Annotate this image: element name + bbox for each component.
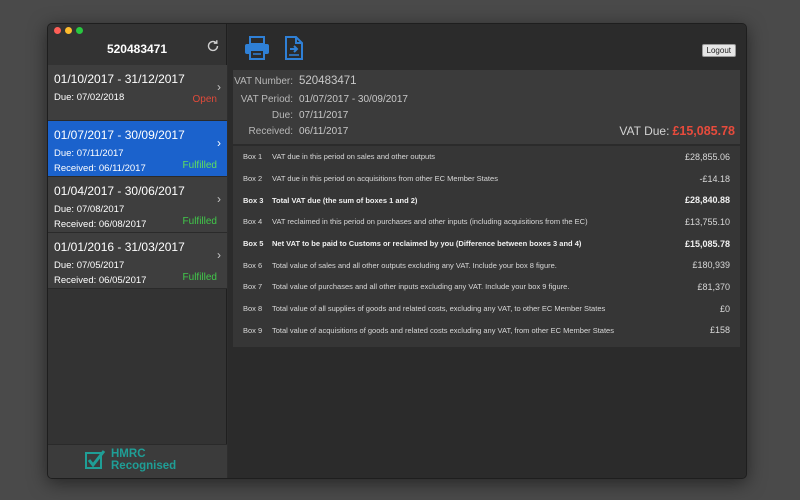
period-status: Fulfilled: [182, 216, 217, 227]
box-row: Box 5 Net VAT to be paid to Customs or r…: [233, 233, 740, 255]
box-row: Box 1 VAT due in this period on sales an…: [233, 146, 740, 168]
box-number: Box 7: [243, 282, 263, 292]
vat-due-label: VAT Due:: [619, 124, 670, 138]
printer-icon[interactable]: [244, 36, 270, 65]
main-panel: Logout VAT Number: 520483471 VAT Period:…: [228, 24, 746, 478]
period-item[interactable]: 01/07/2017 - 30/09/2017 Due: 07/11/2017 …: [48, 121, 227, 177]
box-amount: £158: [709, 325, 730, 336]
period-status: Fulfilled: [182, 160, 217, 171]
box-number: Box 2: [243, 174, 263, 184]
box-description: VAT due in this period on sales and othe…: [272, 152, 436, 162]
box-row: Box 9 Total value of acquisitions of goo…: [233, 320, 740, 342]
received-label: Received:: [248, 126, 293, 137]
box-description: Total value of purchases and all other i…: [272, 282, 570, 292]
vat-boxes-table: Box 1 VAT due in this period on sales an…: [233, 146, 740, 347]
received-value: 06/11/2017: [299, 126, 349, 137]
vat-due: VAT Due: £15,085.78: [619, 122, 735, 140]
minimize-window-button[interactable]: [65, 27, 72, 34]
box-number: Box 3: [243, 195, 264, 205]
box-description: VAT reclaimed in this period on purchase…: [272, 217, 588, 227]
box-number: Box 5: [243, 239, 264, 249]
hmrc-badge: HMRC Recognised: [48, 444, 227, 478]
box-amount: £180,939: [692, 260, 730, 271]
period-range: 01/04/2017 - 30/06/2017: [54, 184, 185, 198]
checkbox-check-icon: [85, 450, 105, 469]
period-due: Due: 07/05/2017: [54, 260, 125, 271]
box-number: Box 9: [243, 325, 263, 335]
box-description: Total value of all supplies of goods and…: [272, 304, 606, 314]
period-due: Due: 07/11/2017: [54, 148, 124, 159]
period-item[interactable]: 01/10/2017 - 31/12/2017 Due: 07/02/2018 …: [48, 65, 227, 121]
period-range: 01/07/2017 - 30/09/2017: [54, 128, 185, 142]
export-document-icon[interactable]: [284, 36, 304, 65]
hmrc-line1: HMRC: [111, 448, 146, 460]
return-summary: VAT Number: 520483471 VAT Period: 01/07/…: [233, 70, 740, 144]
box-number: Box 4: [243, 217, 263, 227]
box-amount: £13,755.10: [684, 216, 730, 227]
box-row: Box 7 Total value of purchases and all o…: [233, 276, 740, 298]
vat-period-value: 01/07/2017 - 30/09/2017: [299, 94, 408, 105]
box-description: VAT due in this period on acquisitions f…: [272, 174, 498, 184]
box-description: Net VAT to be paid to Customs or reclaim…: [272, 239, 582, 249]
box-amount: £81,370: [697, 281, 730, 292]
period-item[interactable]: 01/01/2016 - 31/03/2017 Due: 07/05/2017 …: [48, 233, 227, 289]
box-row: Box 8 Total value of all supplies of goo…: [233, 298, 740, 320]
box-number: Box 1: [243, 152, 263, 162]
box-amount: -£14.18: [699, 173, 730, 184]
box-description: Total value of sales and all other outpu…: [272, 260, 557, 270]
box-number: Box 8: [243, 304, 263, 314]
refresh-icon[interactable]: [206, 39, 220, 58]
box-number: Box 6: [243, 260, 263, 270]
box-amount: £28,855.06: [684, 151, 730, 162]
vat-period-label: VAT Period:: [240, 94, 293, 105]
chevron-right-icon: ›: [217, 192, 221, 206]
vrn-title: 520483471: [106, 42, 168, 56]
window-controls: [54, 27, 83, 34]
toolbar: Logout: [228, 24, 746, 64]
hmrc-label: HMRC Recognised: [111, 448, 176, 472]
box-amount: £0: [719, 303, 730, 314]
period-item[interactable]: 01/04/2017 - 30/06/2017 Due: 07/08/2017 …: [48, 177, 227, 233]
box-row: Box 4 VAT reclaimed in this period on pu…: [233, 211, 740, 233]
box-description: Total VAT due (the sum of boxes 1 and 2): [272, 195, 418, 205]
period-status: Fulfilled: [182, 272, 217, 283]
due-label: Due:: [271, 110, 293, 121]
vat-due-value: £15,085.78: [672, 124, 735, 138]
period-due: Due: 07/08/2017: [54, 204, 125, 215]
chevron-right-icon: ›: [217, 248, 221, 262]
period-list: 01/10/2017 - 31/12/2017 Due: 07/02/2018 …: [48, 65, 227, 289]
close-window-button[interactable]: [54, 27, 61, 34]
app-window: 520483471 01/10/2017 - 31/12/2017 Due: 0…: [47, 23, 747, 479]
chevron-right-icon: ›: [217, 80, 221, 94]
zoom-window-button[interactable]: [76, 27, 83, 34]
box-row: Box 6 Total value of sales and all other…: [233, 254, 740, 276]
hmrc-line2: Recognised: [111, 460, 177, 472]
logout-button[interactable]: Logout: [701, 44, 736, 57]
box-description: Total value of acquisitions of goods and…: [272, 325, 614, 335]
period-range: 01/01/2016 - 31/03/2017: [54, 240, 185, 254]
box-row: Box 2 VAT due in this period on acquisit…: [233, 168, 740, 190]
chevron-right-icon: ›: [217, 136, 221, 150]
sidebar: 520483471 01/10/2017 - 31/12/2017 Due: 0…: [48, 24, 227, 478]
box-amount: £28,840.88: [684, 195, 730, 206]
period-status: Open: [192, 94, 217, 105]
vat-number-label: VAT Number:: [234, 76, 293, 87]
period-range: 01/10/2017 - 31/12/2017: [54, 72, 185, 86]
box-amount: £15,085.78: [684, 238, 730, 249]
due-value: 07/11/2017: [299, 110, 349, 121]
vat-number-value: 520483471: [299, 75, 357, 87]
box-row: Box 3 Total VAT due (the sum of boxes 1 …: [233, 189, 740, 211]
